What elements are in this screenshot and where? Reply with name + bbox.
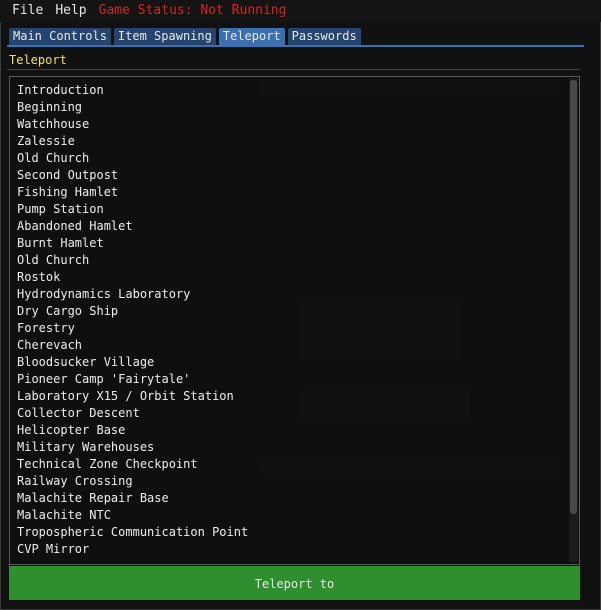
tab-bar: Main Controls Item Spawning Teleport Pas…: [9, 28, 361, 45]
game-status-text: Game Status: Not Running: [98, 3, 287, 18]
list-item[interactable]: Tropospheric Communication Point: [17, 524, 248, 541]
list-item[interactable]: Technical Zone Checkpoint: [17, 456, 248, 473]
list-item[interactable]: Cherevach: [17, 337, 248, 354]
list-item[interactable]: Beginning: [17, 99, 248, 116]
list-item[interactable]: Railway Crossing: [17, 473, 248, 490]
tab-underline: [7, 45, 584, 47]
menu-file[interactable]: File: [6, 0, 49, 22]
location-list: Introduction Beginning Watchhouse Zaless…: [17, 82, 248, 558]
tab-passwords[interactable]: Passwords: [287, 28, 361, 45]
list-item[interactable]: Military Warehouses: [17, 439, 248, 456]
list-item[interactable]: Watchhouse: [17, 116, 248, 133]
list-item[interactable]: Old Church: [17, 252, 248, 269]
list-item[interactable]: Malachite Repair Base: [17, 490, 248, 507]
menu-help[interactable]: Help: [49, 0, 92, 22]
list-item[interactable]: Zalessie: [17, 133, 248, 150]
menu-bar: File Help Game Status: Not Running: [0, 0, 601, 22]
list-item[interactable]: Bloodsucker Village: [17, 354, 248, 371]
list-item[interactable]: Malachite NTC: [17, 507, 248, 524]
list-item[interactable]: Fishing Hamlet: [17, 184, 248, 201]
list-scroll-thumb[interactable]: [570, 80, 577, 514]
list-item[interactable]: Helicopter Base: [17, 422, 248, 439]
list-item[interactable]: CVP Mirror: [17, 541, 248, 558]
tab-main-controls[interactable]: Main Controls: [9, 28, 111, 45]
teleport-button[interactable]: Teleport to: [9, 566, 580, 600]
list-item[interactable]: Abandoned Hamlet: [17, 218, 248, 235]
section-divider: [7, 69, 580, 70]
list-item[interactable]: Pioneer Camp 'Fairytale': [17, 371, 248, 388]
list-item[interactable]: Pump Station: [17, 201, 248, 218]
list-item[interactable]: Hydrodynamics Laboratory: [17, 286, 248, 303]
list-item[interactable]: Laboratory X15 / Orbit Station: [17, 388, 248, 405]
list-item[interactable]: Introduction: [17, 82, 248, 99]
list-item[interactable]: Collector Descent: [17, 405, 248, 422]
tab-teleport[interactable]: Teleport: [218, 28, 285, 45]
list-item[interactable]: Forestry: [17, 320, 248, 337]
list-item[interactable]: Second Outpost: [17, 167, 248, 184]
list-item[interactable]: Rostok: [17, 269, 248, 286]
list-scrollbar[interactable]: [569, 78, 578, 562]
list-item[interactable]: Old Church: [17, 150, 248, 167]
section-title: Teleport: [9, 53, 67, 67]
location-listbox[interactable]: Introduction Beginning Watchhouse Zaless…: [9, 76, 580, 565]
list-item[interactable]: Burnt Hamlet: [17, 235, 248, 252]
tab-item-spawning[interactable]: Item Spawning: [113, 28, 216, 45]
list-item[interactable]: Dry Cargo Ship: [17, 303, 248, 320]
